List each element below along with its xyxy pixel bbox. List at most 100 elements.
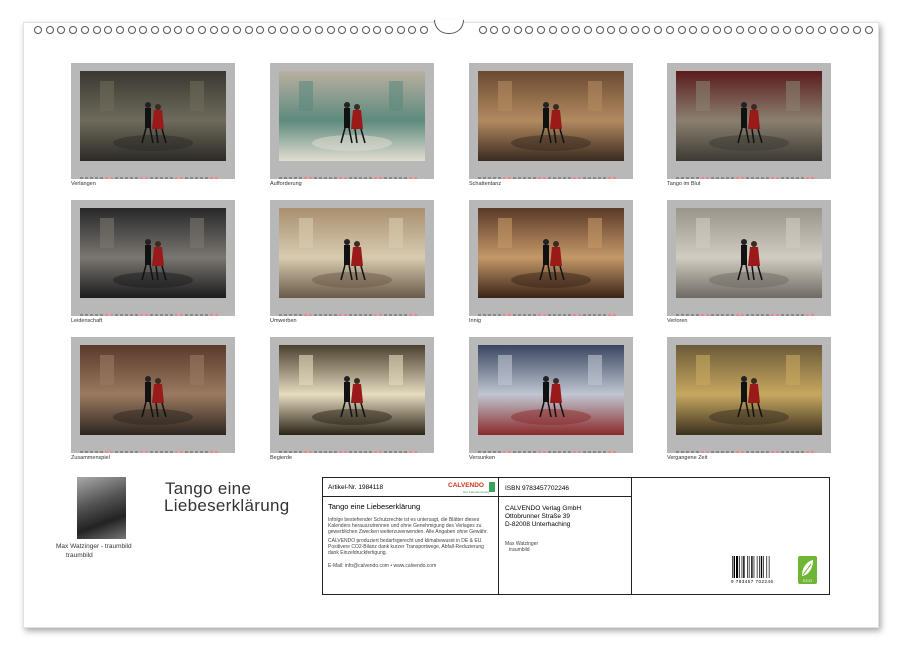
tango-photo [279, 71, 425, 161]
calendar-days-strip [80, 440, 226, 449]
binding-ring [502, 26, 510, 34]
binding-ring [713, 26, 721, 34]
thumbnail-caption: Begierde [270, 455, 292, 461]
calendar-days-strip [279, 303, 425, 312]
calendar-title: Tango eine Liebeserklärung [164, 480, 289, 514]
tango-photo [279, 208, 425, 298]
month-thumbnail [469, 200, 633, 316]
binding-ring [584, 26, 592, 34]
binding-ring [268, 26, 276, 34]
month-thumbnail [71, 337, 235, 453]
month-thumbnail [469, 63, 633, 179]
thumbnail-caption: Tango im Blut [667, 181, 700, 187]
binding-ring [198, 26, 206, 34]
binding-ring [771, 26, 779, 34]
binding-ring [666, 26, 674, 34]
binding-ring [830, 26, 838, 34]
binding-ring [865, 26, 873, 34]
info-column-3: 9 783457 702246 ECO [632, 478, 828, 594]
binding-ring [397, 26, 405, 34]
publisher-address: CALVENDO Verlag GmbH Ottobrunner Straße … [499, 497, 631, 529]
author-photo [77, 477, 126, 539]
thumbnail-caption: Leidenschaft [71, 318, 102, 324]
binding-ring [561, 26, 569, 34]
binding-ring [46, 26, 54, 34]
binding-ring [795, 26, 803, 34]
tango-photo [676, 71, 822, 161]
info-box: Artikel-Nr. 1984118 CALVENDO Der Kalende… [322, 477, 830, 595]
binding-ring [151, 26, 159, 34]
thumbnail-caption: Versunken [469, 455, 495, 461]
binding-ring [210, 26, 218, 34]
author-name: Max Watzinger - traumbild traumbild [56, 542, 166, 560]
binding-ring [572, 26, 580, 34]
binding-ring [338, 26, 346, 34]
binding-ring [350, 26, 358, 34]
info-title: Tango eine Liebeserklärung [323, 497, 498, 515]
month-thumbnail [270, 200, 434, 316]
binding-ring [186, 26, 194, 34]
binding-ring [57, 26, 65, 34]
binding-ring [783, 26, 791, 34]
binding-ring [514, 26, 522, 34]
month-thumbnail [71, 200, 235, 316]
binding-ring [841, 26, 849, 34]
binding-ring [736, 26, 744, 34]
binding-ring [818, 26, 826, 34]
calendar-days-strip [676, 303, 822, 312]
binding-ring [479, 26, 487, 34]
calendar-days-strip [676, 440, 822, 449]
binding-ring [139, 26, 147, 34]
binding-ring [689, 26, 697, 34]
binding-ring [724, 26, 732, 34]
binding-ring [549, 26, 557, 34]
binding-ring [631, 26, 639, 34]
binding-ring [256, 26, 264, 34]
barcode-number: 9 783457 702246 [731, 579, 774, 584]
info-column-2: ISBN 9783457702246 CALVENDO Verlag GmbH … [499, 478, 632, 594]
binding-ring [315, 26, 323, 34]
binding-ring [759, 26, 767, 34]
binding-ring [806, 26, 814, 34]
binding-ring [596, 26, 604, 34]
legal-text: Infolge bestehender Schutzrechte ist es … [323, 517, 498, 535]
binding-ring [291, 26, 299, 34]
eco-leaf-icon: ECO [798, 556, 817, 584]
binding-ring [163, 26, 171, 34]
binding-ring [34, 26, 42, 34]
artikel-row: Artikel-Nr. 1984118 CALVENDO Der Kalende… [323, 478, 498, 497]
binding-ring [303, 26, 311, 34]
binding-ring [490, 26, 498, 34]
tango-photo [676, 208, 822, 298]
tango-photo [80, 345, 226, 435]
calendar-back-page: Verlangen Aufforderung Schattentanz Tang… [23, 22, 879, 628]
contact-text: E-Mail: info@calvendo.com • www.calvendo… [323, 563, 498, 569]
binding-ring [607, 26, 615, 34]
thumbnail-caption: Vergangene Zeit [667, 455, 707, 461]
eco-text: CALVENDO produziert bedarfsgerecht und k… [323, 538, 498, 556]
calvendo-logo-sub: Der Kalenderverlag [463, 490, 489, 494]
month-thumbnail [667, 337, 831, 453]
binding-ring [128, 26, 136, 34]
tango-photo [80, 71, 226, 161]
thumbnail-caption: Verlangen [71, 181, 96, 187]
binding-ring [408, 26, 416, 34]
binding-ring [420, 26, 428, 34]
binding-ring [537, 26, 545, 34]
binding-ring [385, 26, 393, 34]
binding-ring [853, 26, 861, 34]
tango-photo [80, 208, 226, 298]
binding-ring [654, 26, 662, 34]
thumbnail-caption: Umwerben [270, 318, 297, 324]
binding-ring [701, 26, 709, 34]
barcode [732, 556, 784, 578]
binding-ring [362, 26, 370, 34]
isbn: ISBN 9783457702246 [499, 478, 631, 497]
info-author: Max Watzinger traumbild [499, 529, 631, 553]
tango-photo [676, 345, 822, 435]
thumbnail-caption: Schattentanz [469, 181, 501, 187]
calendar-days-strip [80, 303, 226, 312]
calvendo-logo-icon [489, 482, 495, 492]
tango-photo [279, 345, 425, 435]
binding-ring [525, 26, 533, 34]
